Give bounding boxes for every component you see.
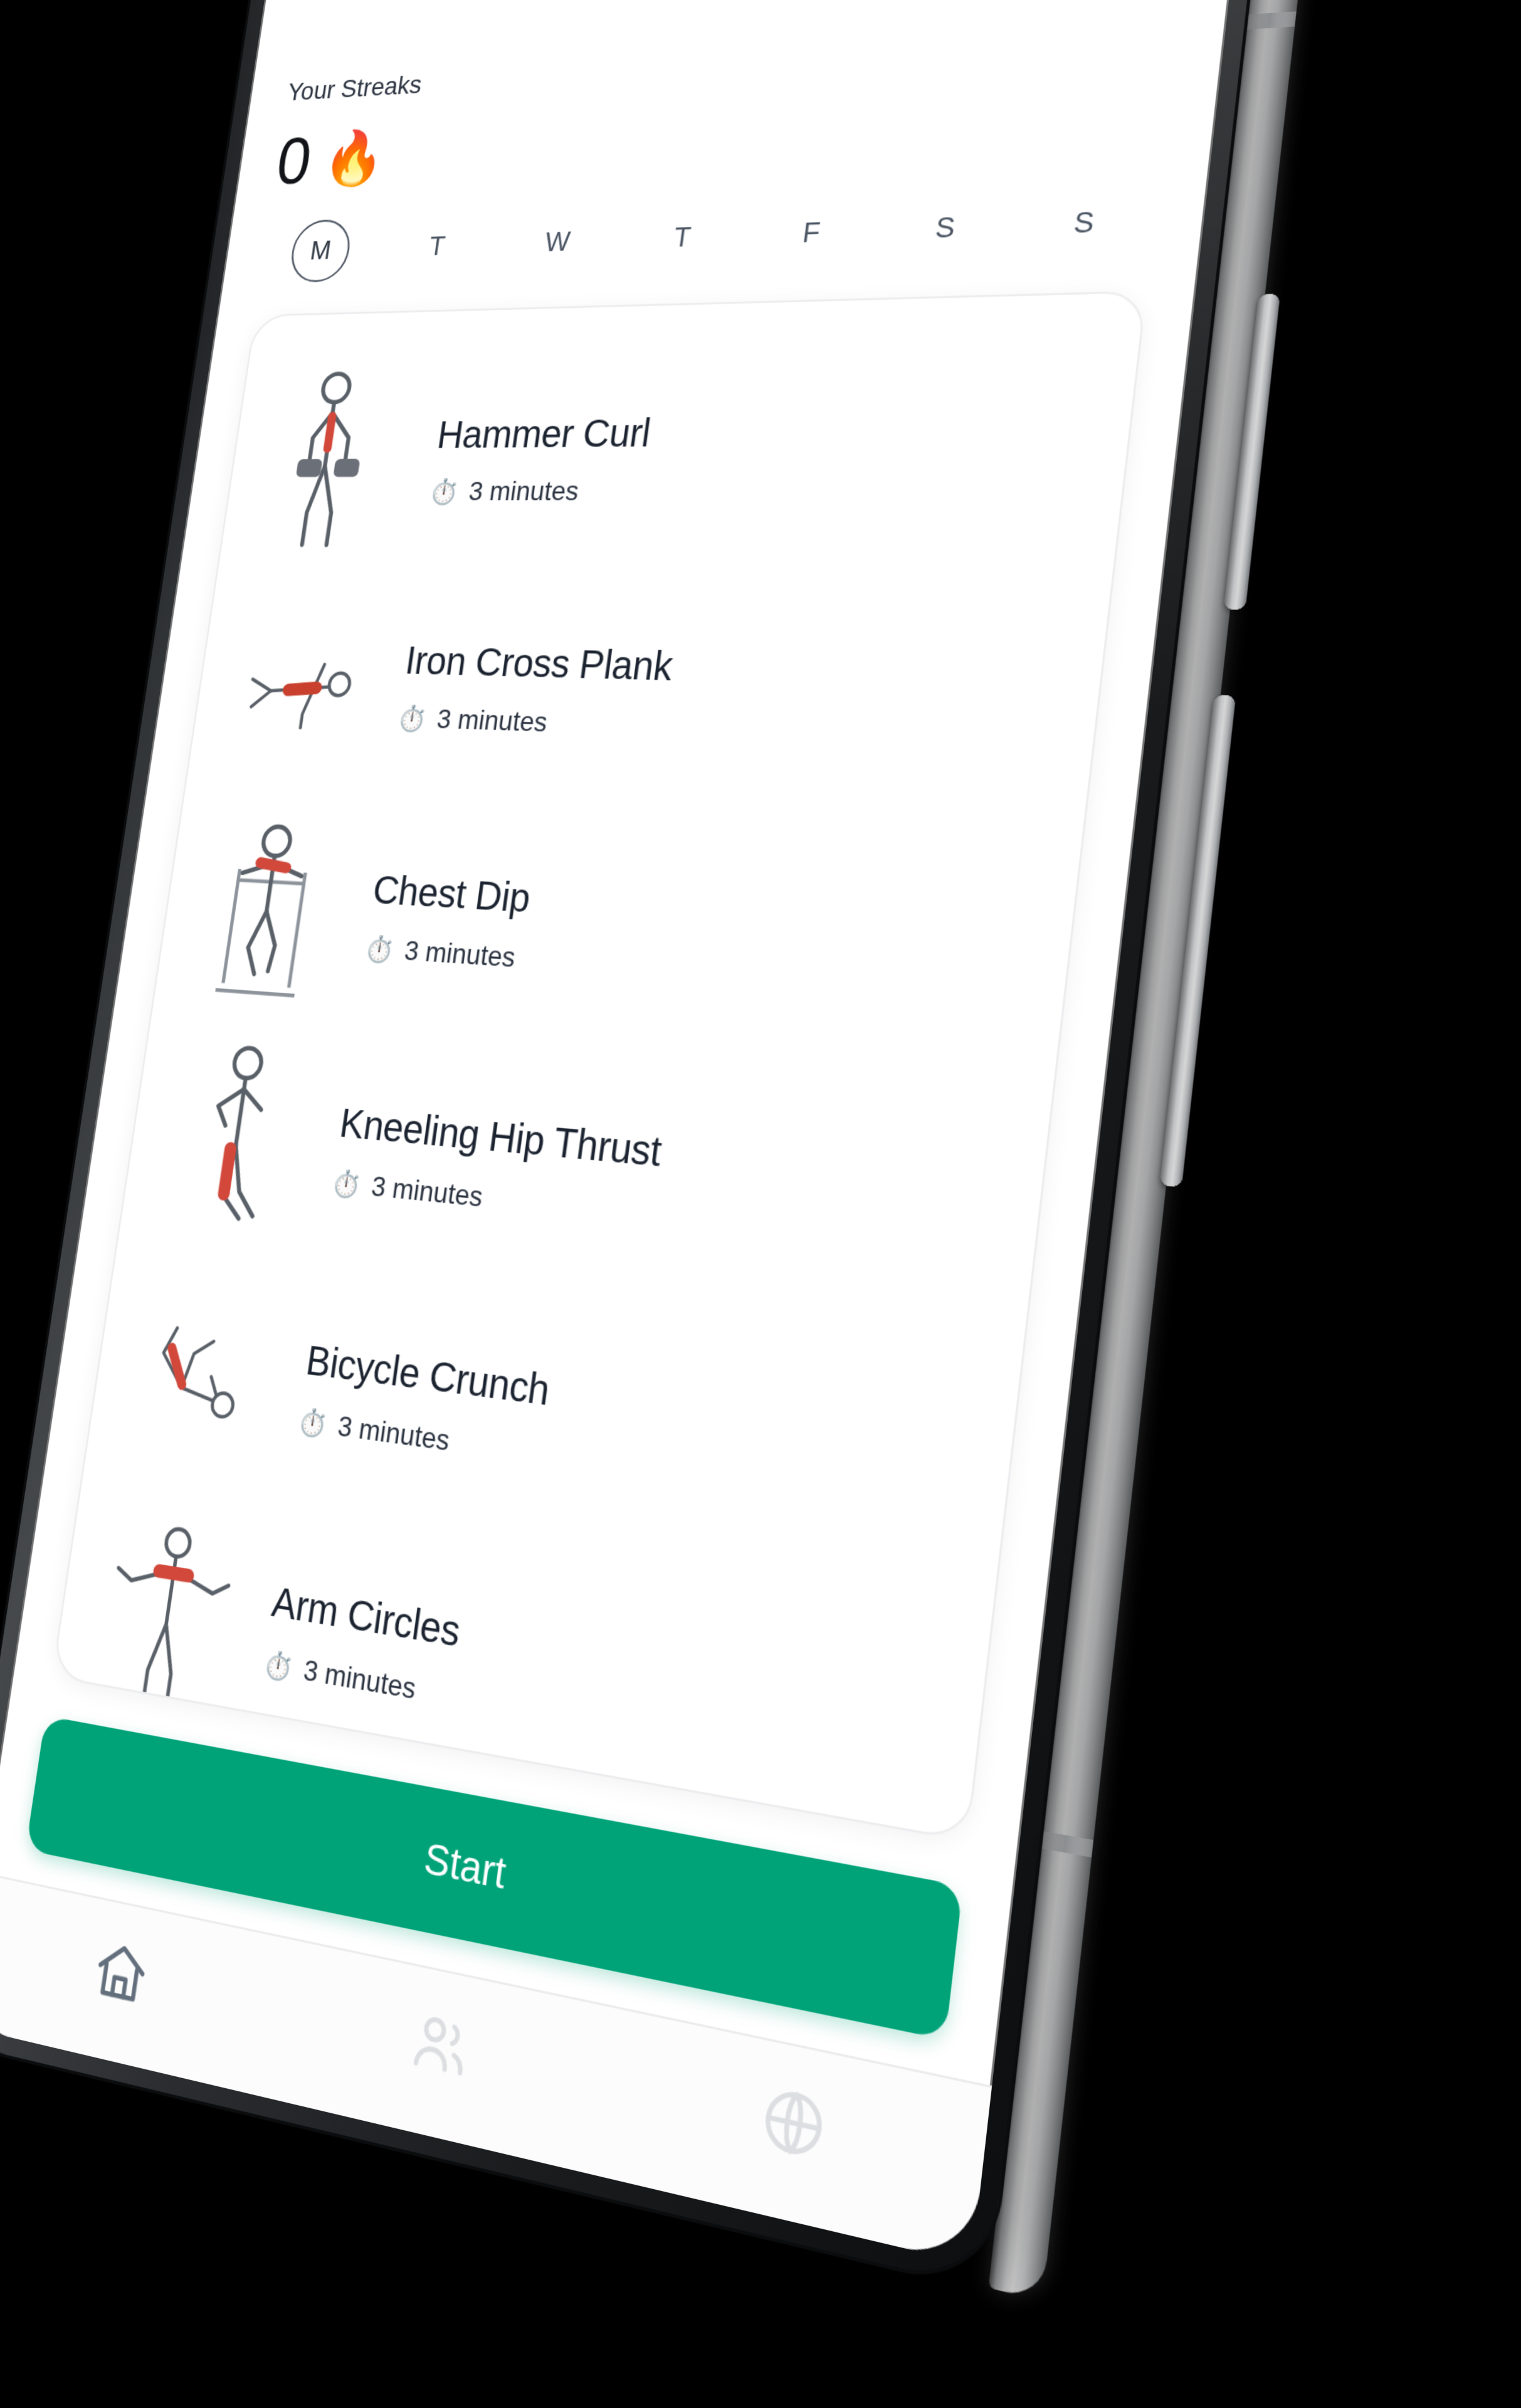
day-2[interactable]: T xyxy=(376,229,499,264)
day-letter: M xyxy=(287,218,354,283)
exercise-list[interactable]: Hammer Curl ⏱️ 3 minutes Iron Cross Plank ⏱️… xyxy=(53,293,1145,1839)
bottom-navigation xyxy=(0,1872,992,2264)
kneeling-hip-thrust-icon xyxy=(153,1032,321,1251)
exercise-row[interactable]: Arm Circles ⏱️ 3 minutes xyxy=(53,1477,992,1839)
exercise-duration: ⏱️ 3 minutes xyxy=(363,932,1023,1008)
exercise-text: Kneeling Hip Thrust ⏱️ 3 minutes xyxy=(330,1101,1001,1265)
exercise-name: Kneeling Hip Thrust xyxy=(337,1101,665,1175)
stopwatch-icon: ⏱️ xyxy=(428,477,461,505)
day-letter: T xyxy=(671,221,693,253)
streaks-label: Your Streaks xyxy=(285,70,424,107)
exercise-duration: ⏱️ 3 minutes xyxy=(396,702,1053,755)
app-header: 10 June 2024 Today's Workout ♥♥♥ xyxy=(300,0,1204,14)
exercise-row[interactable]: Hammer Curl ⏱️ 3 minutes xyxy=(218,334,1140,580)
home-icon xyxy=(88,1933,154,2018)
day-1[interactable]: M xyxy=(260,218,383,284)
exercise-duration: ⏱️ 3 minutes xyxy=(261,1646,931,1795)
nav-home[interactable] xyxy=(66,1915,177,2037)
day-letter: S xyxy=(1071,206,1096,240)
exercise-name: Bicycle Crunch xyxy=(303,1338,552,1414)
exercise-name: Iron Cross Plank xyxy=(403,639,675,689)
day-letter: F xyxy=(801,216,822,249)
stopwatch-icon: ⏱️ xyxy=(396,702,429,733)
background: 10 June 2024 Today's Workout ♥♥♥ Your St… xyxy=(0,0,1521,2408)
exercise-text: Iron Cross Plank ⏱️ 3 minutes xyxy=(396,640,1061,756)
exercise-name: Chest Dip xyxy=(370,868,533,921)
stopwatch-icon: ⏱️ xyxy=(363,932,396,964)
day-6[interactable]: S xyxy=(875,209,1016,247)
day-5[interactable]: F xyxy=(744,214,880,251)
iron-cross-plank-icon xyxy=(221,583,387,786)
nav-globe[interactable] xyxy=(729,2057,859,2195)
exercise-text: Arm Circles ⏱️ 3 minutes xyxy=(261,1579,940,1795)
stopwatch-icon: ⏱️ xyxy=(330,1166,363,1200)
phone-mockup: 10 June 2024 Today's Workout ♥♥♥ Your St… xyxy=(0,0,1322,2301)
exercise-duration: ⏱️ 3 minutes xyxy=(296,1404,962,1528)
exercise-duration: ⏱️ 3 minutes xyxy=(330,1166,993,1265)
day-7[interactable]: S xyxy=(1012,204,1157,243)
duration-label: 3 minutes xyxy=(403,934,518,973)
exercise-text: Bicycle Crunch ⏱️ 3 minutes xyxy=(296,1338,971,1528)
duration-label: 3 minutes xyxy=(369,1170,485,1213)
chest-dip-icon xyxy=(187,805,354,1017)
start-button[interactable]: Start xyxy=(25,1715,963,2040)
exercise-name: Arm Circles xyxy=(269,1579,463,1656)
exercise-duration: ⏱️ 3 minutes xyxy=(428,474,1082,507)
exercise-name: Hammer Curl xyxy=(434,411,653,457)
start-button-container: Start xyxy=(21,1677,968,2075)
duration-label: 3 minutes xyxy=(434,703,550,737)
stopwatch-icon: ⏱️ xyxy=(261,1647,295,1684)
nav-people[interactable] xyxy=(381,1983,501,2112)
week-day-strip: MTWTFSS xyxy=(260,186,1159,284)
bicycle-crunch-icon xyxy=(118,1262,288,1490)
day-3[interactable]: W xyxy=(495,224,621,260)
exercise-row[interactable]: Iron Cross Plank ⏱️ 3 minutes xyxy=(185,571,1112,831)
globe-icon xyxy=(754,2078,832,2173)
exercise-list-card: Hammer Curl ⏱️ 3 minutes Iron Cross Plank ⏱️… xyxy=(51,290,1147,1842)
hammer-curl-icon xyxy=(253,362,418,560)
fire-icon: 🔥 xyxy=(319,127,389,190)
streak-count-value: 0 xyxy=(271,125,316,199)
duration-label: 3 minutes xyxy=(302,1652,418,1705)
exercise-row[interactable]: Bicycle Crunch ⏱️ 3 minutes xyxy=(83,1245,1023,1612)
people-icon xyxy=(405,2002,476,2092)
duration-label: 3 minutes xyxy=(466,475,581,506)
day-4[interactable]: T xyxy=(617,219,748,256)
day-letter: S xyxy=(933,211,957,245)
stopwatch-icon: ⏱️ xyxy=(296,1405,330,1440)
rail-antenna-seam-top xyxy=(1243,11,1297,30)
exercise-text: Chest Dip ⏱️ 3 minutes xyxy=(363,868,1031,1008)
day-letter: W xyxy=(543,226,572,258)
exercise-text: Hammer Curl ⏱️ 3 minutes xyxy=(428,406,1090,507)
duration-label: 3 minutes xyxy=(335,1409,452,1457)
day-letter: T xyxy=(427,231,447,261)
